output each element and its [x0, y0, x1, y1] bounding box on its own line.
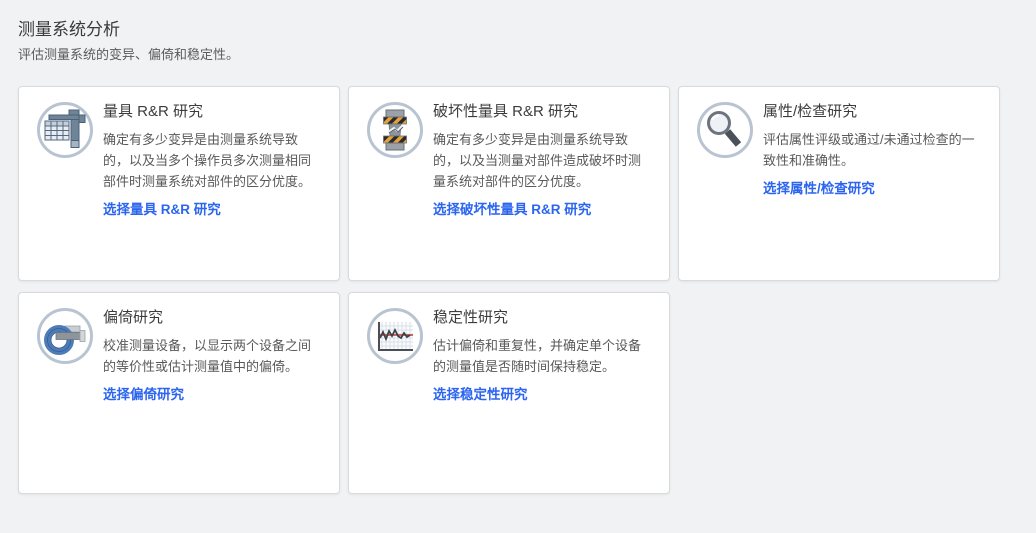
- micrometer-icon: [37, 308, 93, 364]
- card-attribute-inspection-study: 属性/检查研究 评估属性评级或通过/未通过检查的一致性和准确性。 选择属性/检查…: [678, 86, 1000, 281]
- select-stability-link[interactable]: 选择稳定性研究: [433, 386, 528, 404]
- select-gage-rr-link[interactable]: 选择量具 R&R 研究: [103, 201, 221, 219]
- card-title: 破坏性量具 R&R 研究: [433, 102, 653, 121]
- msa-page: 测量系统分析 评估测量系统的变异、偏倚和稳定性。: [0, 0, 1036, 494]
- select-destructive-gage-rr-link[interactable]: 选择破坏性量具 R&R 研究: [433, 201, 591, 219]
- card-description: 确定有多少变异是由测量系统导致的，以及当多个操作员多次测量相同部件时测量系统对部…: [103, 129, 323, 192]
- caliper-icon: [37, 102, 93, 158]
- card-gage-rr-study: 量具 R&R 研究 确定有多少变异是由测量系统导致的，以及当多个操作员多次测量相…: [18, 86, 340, 281]
- study-cards-grid: 量具 R&R 研究 确定有多少变异是由测量系统导致的，以及当多个操作员多次测量相…: [18, 86, 1018, 494]
- select-attribute-inspection-link[interactable]: 选择属性/检查研究: [763, 180, 875, 198]
- card-title: 稳定性研究: [433, 308, 653, 327]
- card-title: 量具 R&R 研究: [103, 102, 323, 121]
- destructive-specimen-icon: [367, 102, 423, 158]
- card-description: 估计偏倚和重复性，并确定单个设备的测量值是否随时间保持稳定。: [433, 335, 653, 377]
- card-bias-study: 偏倚研究 校准测量设备，以显示两个设备之间的等价性或估计测量值中的偏倚。 选择偏…: [18, 292, 340, 494]
- card-description: 校准测量设备，以显示两个设备之间的等价性或估计测量值中的偏倚。: [103, 335, 323, 377]
- card-destructive-gage-rr-study: 破坏性量具 R&R 研究 确定有多少变异是由测量系统导致的，以及当测量对部件造成…: [348, 86, 670, 281]
- page-subtitle: 评估测量系统的变异、偏倚和稳定性。: [18, 47, 1018, 63]
- card-description: 确定有多少变异是由测量系统导致的，以及当测量对部件造成破坏时测量系统对部件的区分…: [433, 129, 653, 192]
- page-title: 测量系统分析: [18, 20, 1018, 40]
- card-stability-study: 稳定性研究 估计偏倚和重复性，并确定单个设备的测量值是否随时间保持稳定。 选择稳…: [348, 292, 670, 494]
- card-title: 偏倚研究: [103, 308, 323, 327]
- run-chart-icon: [367, 308, 423, 364]
- magnifier-icon: [697, 102, 753, 158]
- select-bias-link[interactable]: 选择偏倚研究: [103, 386, 184, 404]
- card-description: 评估属性评级或通过/未通过检查的一致性和准确性。: [763, 129, 983, 171]
- card-title: 属性/检查研究: [763, 102, 983, 121]
